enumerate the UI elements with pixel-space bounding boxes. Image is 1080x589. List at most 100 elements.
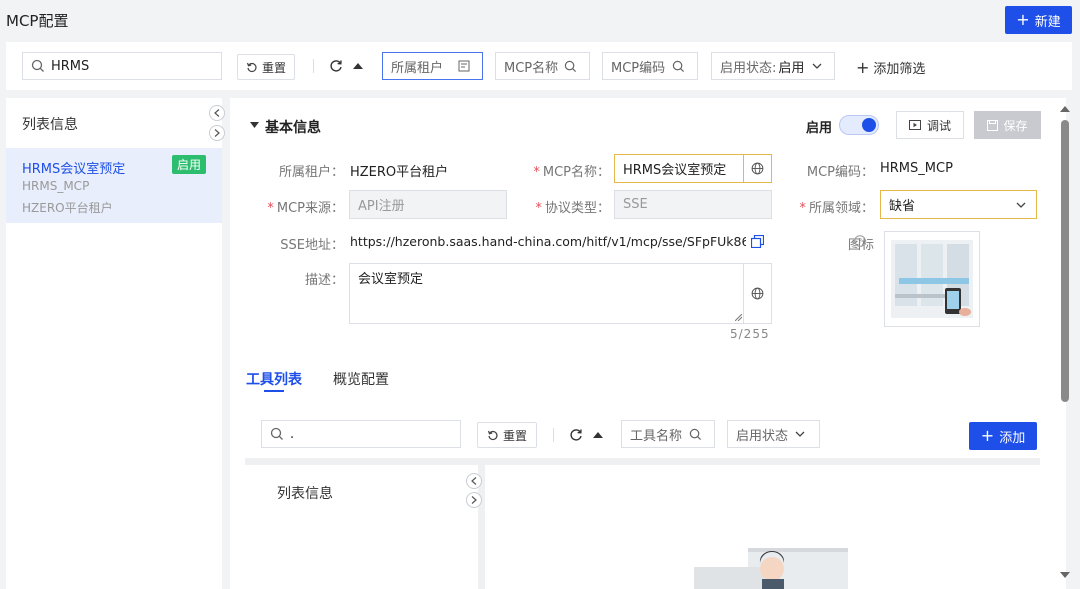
mcp-source-field: API注册 [349, 190, 507, 219]
reset-icon [487, 430, 498, 441]
mcp-source-label: * MCP来源： [267, 201, 344, 216]
empty-state-illustration [694, 548, 848, 589]
mcp-code-filter-placeholder: MCP编码 [611, 60, 666, 76]
collapse-up-icon[interactable] [593, 431, 603, 439]
save-button[interactable]: 保存 [974, 111, 1041, 139]
collapse-up-icon[interactable] [353, 62, 363, 70]
tools-reset-label: 重置 [502, 428, 527, 443]
enable-toggle[interactable] [839, 115, 879, 135]
tools-panel-divider [245, 458, 1040, 465]
tenant-value: HZERO平台租户 [350, 165, 449, 180]
domain-label: * 所属领域： [799, 201, 874, 216]
tenant-filter[interactable]: 所属租户 [382, 52, 483, 80]
section-title: 基本信息 [265, 120, 321, 136]
tools-expand-right-button[interactable] [466, 492, 482, 508]
save-button-label: 保存 [1003, 118, 1028, 133]
mcp-name-field[interactable]: HRMS会议室预定 [614, 154, 772, 183]
tool-status-filter[interactable]: 启用状态 [727, 420, 820, 448]
chevron-down-icon [812, 63, 822, 69]
protocol-field: SSE [614, 190, 772, 219]
toggle-knob [862, 118, 876, 132]
expand-right-button[interactable] [209, 125, 225, 141]
list-panel: 列表信息 HRMS会议室预定 启用 HRMS_MCP HZERO平台租户 [6, 98, 225, 589]
add-filter-label: 添加筛选 [873, 62, 926, 77]
mcp-name-filter[interactable]: MCP名称 [495, 52, 590, 80]
mcp-source-value: API注册 [358, 199, 405, 214]
filter-bar: HRMS 重置 所属租户 MCP名称 MCP编码 启用状态: 启用 + 添加筛选 [6, 42, 1072, 90]
sse-value: https://hzeronb.saas.hand-china.com/hitf… [350, 234, 746, 249]
domain-select[interactable]: 缺省 [880, 190, 1037, 219]
new-button[interactable]: + 新建 [1005, 6, 1072, 34]
tab-active-indicator [264, 390, 284, 392]
tenant-filter-placeholder: 所属租户 [391, 60, 444, 76]
new-button-label: 新建 [1034, 14, 1061, 30]
desc-counter: 5/255 [730, 327, 770, 341]
detail-panel: 基本信息 启用 调试 保存 所属租户： HZERO平台租户 * MCP名称： HR… [230, 98, 1066, 589]
tab-tools[interactable]: 工具列表 [246, 369, 302, 389]
list-title: 列表信息 [22, 117, 78, 133]
tools-reset-button[interactable]: 重置 [477, 422, 537, 448]
add-tool-button[interactable]: + 添加 [969, 422, 1037, 450]
sse-label: SSE地址： [280, 238, 344, 253]
desc-value: 会议室预定 [358, 272, 424, 287]
list-item-tenant: HZERO平台租户 [22, 201, 113, 215]
search-icon [31, 59, 44, 72]
reset-icon [246, 62, 257, 73]
meeting-room-image [891, 240, 973, 318]
tool-name-placeholder: 工具名称 [630, 428, 683, 444]
help-icon[interactable]: ? [854, 235, 866, 247]
status-filter-label: 启用状态: [720, 60, 777, 76]
add-tool-label: 添加 [999, 430, 1026, 446]
mcp-name-label: * MCP名称： [533, 165, 610, 180]
resize-handle-icon[interactable] [735, 314, 742, 321]
list-item[interactable]: HRMS会议室预定 启用 HRMS_MCP HZERO平台租户 [6, 148, 222, 223]
tools-search-value: . [290, 426, 295, 442]
search-input[interactable]: HRMS [22, 52, 222, 80]
globe-icon [751, 287, 764, 300]
tool-name-filter[interactable]: 工具名称 [621, 420, 715, 448]
mcp-name-value: HRMS会议室预定 [623, 163, 727, 178]
scroll-down-icon[interactable] [1060, 572, 1070, 578]
mcp-icon-image[interactable] [884, 231, 980, 327]
search-icon [689, 428, 702, 440]
search-icon [672, 60, 685, 72]
search-icon [270, 427, 283, 440]
globe-icon [751, 162, 764, 175]
status-filter[interactable]: 启用状态: 启用 [711, 52, 835, 80]
list-item-name: HRMS会议室预定 [22, 162, 126, 177]
scrollbar-thumb[interactable] [1061, 120, 1069, 402]
desc-textarea[interactable]: 会议室预定 [349, 263, 772, 324]
copy-icon[interactable] [751, 235, 764, 248]
debug-button[interactable]: 调试 [896, 111, 964, 139]
tools-collapse-left-button[interactable] [466, 473, 482, 489]
search-input-value: HRMS [51, 58, 90, 74]
chevron-left-icon [471, 477, 477, 485]
chevron-right-icon [471, 496, 477, 504]
collapse-left-button[interactable] [209, 105, 225, 121]
tools-search-input[interactable]: . [261, 420, 461, 448]
vertical-scrollbar[interactable] [1058, 98, 1072, 589]
protocol-label: * 协议类型： [535, 201, 610, 216]
list-item-code: HRMS_MCP [22, 179, 90, 193]
reset-button-label: 重置 [261, 60, 286, 75]
scroll-up-icon[interactable] [1060, 106, 1070, 112]
search-icon [564, 60, 577, 72]
play-icon [908, 120, 921, 130]
refresh-icon[interactable] [569, 428, 583, 442]
protocol-value: SSE [623, 197, 648, 212]
save-icon [987, 119, 999, 131]
add-filter-button[interactable]: + 添加筛选 [856, 58, 925, 77]
mcp-code-filter[interactable]: MCP编码 [602, 52, 698, 80]
page-title: MCP配置 [6, 12, 69, 30]
desc-label: 描述： [304, 273, 344, 288]
tools-list-title: 列表信息 [277, 486, 333, 502]
status-filter-value: 启用 [778, 60, 805, 76]
i18n-button[interactable] [743, 264, 771, 323]
mcp-code-label: MCP编码： [806, 165, 874, 180]
reset-button[interactable]: 重置 [237, 54, 295, 80]
enable-label: 启用 [806, 121, 833, 136]
caret-down-icon[interactable] [250, 122, 259, 128]
i18n-button[interactable] [743, 155, 771, 182]
refresh-icon[interactable] [329, 59, 343, 73]
tab-overview[interactable]: 概览配置 [333, 369, 389, 389]
